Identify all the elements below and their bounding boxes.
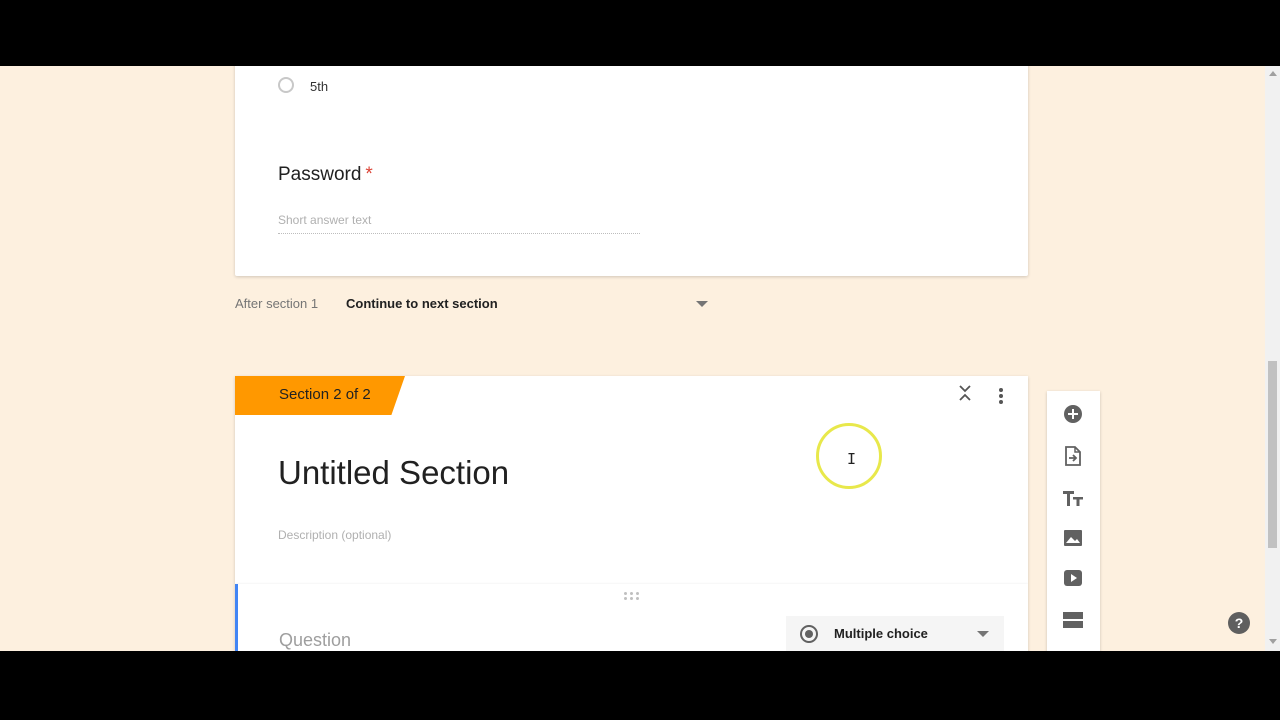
help-icon[interactable]: ?	[1228, 612, 1250, 634]
radio-button[interactable]	[278, 77, 294, 93]
chevron-down-icon	[977, 631, 989, 637]
section-tab-label: Section 2 of 2	[279, 386, 371, 403]
scrollbar[interactable]	[1265, 66, 1280, 651]
add-section-icon[interactable]	[1062, 609, 1084, 631]
question-input[interactable]: Question	[279, 630, 351, 651]
import-questions-icon[interactable]	[1062, 445, 1084, 467]
scroll-thumb[interactable]	[1268, 361, 1277, 548]
radio-type-icon	[800, 625, 818, 643]
text-cursor-icon: I	[847, 450, 857, 468]
section1-card: 5th Password * Short answer text	[235, 66, 1028, 276]
dropdown-arrow-icon[interactable]	[696, 301, 708, 307]
add-question-icon[interactable]	[1062, 403, 1084, 425]
question-title: Password *	[278, 164, 373, 186]
scroll-up-icon[interactable]	[1269, 71, 1277, 76]
add-image-icon[interactable]	[1062, 527, 1084, 549]
floating-toolbar	[1047, 391, 1100, 651]
section-title[interactable]: Untitled Section	[278, 454, 509, 492]
section-navigation-select[interactable]: Continue to next section	[346, 296, 498, 311]
section-tab: Section 2 of 2	[235, 376, 405, 415]
drag-handle-icon[interactable]	[624, 592, 642, 600]
section-description[interactable]: Description (optional)	[278, 528, 391, 542]
question-type-select[interactable]: Multiple choice	[786, 616, 1004, 651]
collapse-section-icon[interactable]	[957, 384, 973, 404]
question-type-label: Multiple choice	[834, 626, 928, 641]
add-title-icon[interactable]	[1062, 487, 1084, 509]
short-answer-field: Short answer text	[278, 213, 640, 234]
question-card: Question Multiple choice	[235, 584, 1028, 651]
scroll-down-icon[interactable]	[1269, 639, 1277, 644]
more-options-icon[interactable]	[999, 388, 1003, 406]
form-editor-viewport: 5th Password * Short answer text After se…	[0, 66, 1280, 651]
section2-card: Section 2 of 2 Untitled Section Descript…	[235, 376, 1028, 584]
add-video-icon[interactable]	[1062, 567, 1084, 589]
after-section-label: After section 1	[235, 296, 319, 311]
question-title-text: Password	[278, 164, 362, 185]
required-asterisk: *	[365, 164, 373, 185]
option-label: 5th	[310, 79, 329, 94]
